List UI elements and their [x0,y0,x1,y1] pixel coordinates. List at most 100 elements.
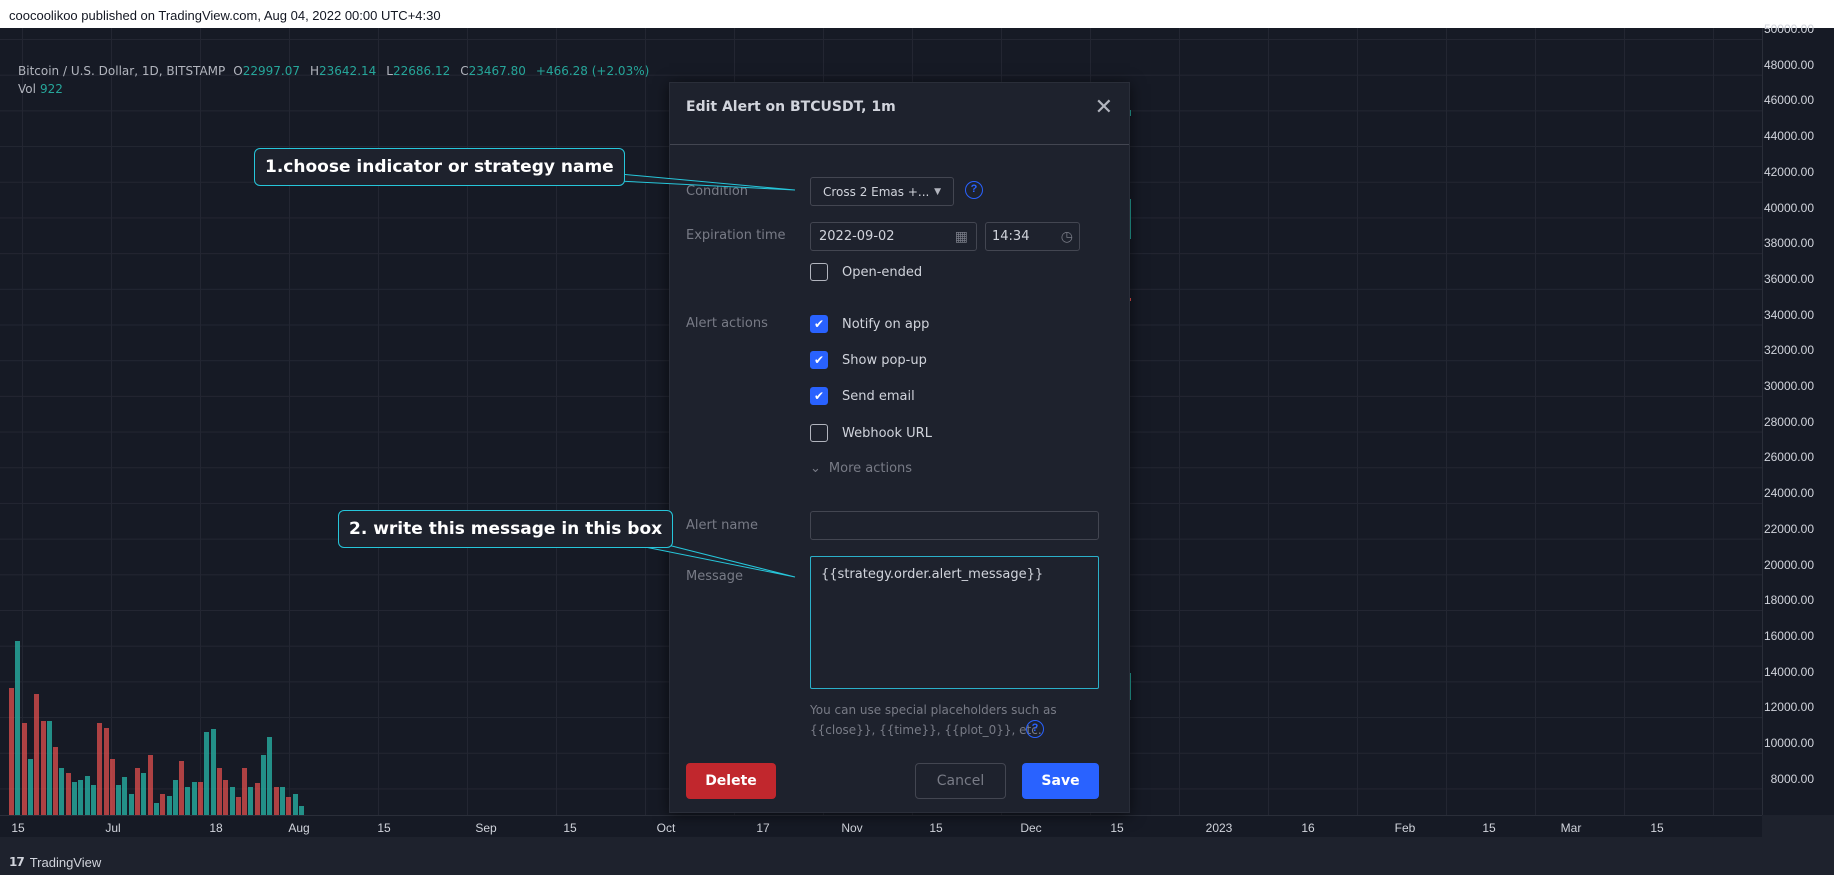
legend-low: 22686.12 [392,64,451,78]
price-tick-label: 48000.00 [1763,57,1814,72]
message-value: {{strategy.order.alert_message}} [821,567,1044,582]
published-text: coocoolikoo published on TradingView.com… [9,8,441,23]
legend-close: 23467.80 [468,64,526,78]
time-tick-label: 15 [11,821,25,835]
price-tick-label: 14000.00 [1763,664,1814,679]
time-tick-label: 18 [209,821,223,835]
dialog-title: Edit Alert on BTCUSDT, 1m [686,99,896,115]
action-label: Notify on app [842,316,930,332]
legend-volume-row: Vol 922 [18,80,655,98]
callout-2: 2. write this message in this box [338,510,674,548]
price-tick-label: 42000.00 [1763,164,1814,179]
price-tick-label: 36000.00 [1763,271,1814,286]
time-axis[interactable]: 15 Jul 18 Aug 15 Sep 15 Oct 17 Nov 15 Dec 15 2023 16 Fe… [0,815,1762,837]
expiration-label: Expiration time [686,228,786,243]
hint-line-1: You can use special placeholders such as [810,703,1057,717]
time-tick-label: 15 [1482,821,1496,835]
edit-alert-dialog: Edit Alert on BTCUSDT, 1m ✕ Condition Cr… [669,82,1130,813]
time-tick-label: Jul [105,821,121,835]
help-icon[interactable]: ? [965,181,983,199]
legend-o-label: O [233,64,243,78]
action-popup-row[interactable]: ✔ Show pop-up [810,351,927,369]
placeholder-help-icon[interactable]: ? [1026,720,1044,738]
notify-on-app-checkbox[interactable]: ✔ [810,315,828,333]
alert-name-label: Alert name [686,518,758,533]
caret-down-icon: ▼ [934,187,941,197]
alert-name-input[interactable] [810,511,1099,540]
price-tick-label: 44000.00 [1763,129,1814,144]
time-tick-label: 15 [929,821,943,835]
save-button[interactable]: Save [1022,763,1099,799]
action-label: Send email [842,388,915,404]
message-label: Message [686,569,743,584]
time-tick-label: 2023 [1205,821,1233,835]
legend-vol-label: Vol [18,82,36,96]
action-email-row[interactable]: ✔ Send email [810,387,915,405]
time-tick-label: Sep [475,821,497,835]
price-tick-label: 50000.00 [1763,22,1814,36]
legend-h-label: H [309,64,320,78]
action-webhook-row[interactable]: Webhook URL [810,424,932,442]
more-actions-label: More actions [828,461,913,476]
price-tick-label: 10000.00 [1763,736,1814,750]
time-tick-label: 15 [1650,821,1664,835]
price-axis[interactable]: 50000.00 48000.00 46000.00 44000.00 42000.00… [1762,22,1834,815]
footer-brand: TradingView [29,854,102,870]
time-tick-label: 16 [1301,821,1315,835]
time-tick-label: Aug [288,821,310,835]
calendar-icon[interactable]: ▦ [955,229,968,245]
price-tick-label: 18000.00 [1763,593,1814,608]
condition-select[interactable]: Cross 2 Emas +... ▼ [810,177,954,206]
callout-2-text: 2. write this message in this box [349,519,663,539]
price-tick-label: 24000.00 [1763,486,1814,501]
time-tick-label: 17 [756,821,770,835]
expiration-time-input[interactable]: 14:34 ◷ [985,222,1080,251]
expiration-time-value: 14:34 [992,229,1030,244]
legend-c-label: C [460,64,469,78]
action-notify-row[interactable]: ✔ Notify on app [810,315,929,333]
price-tick-label: 34000.00 [1763,307,1814,322]
dialog-header: Edit Alert on BTCUSDT, 1m ✕ [670,83,1129,145]
time-tick-label: 15 [377,821,391,835]
condition-label: Condition [686,184,749,199]
price-tick-label: 20000.00 [1763,557,1814,572]
published-banner: coocoolikoo published on TradingView.com… [0,0,1834,28]
time-tick-label: 15 [563,821,577,835]
more-actions-toggle[interactable]: ⌄ More actions [810,461,912,476]
callout-1: 1.choose indicator or strategy name [254,148,625,186]
time-tick-label: Nov [841,821,863,835]
price-tick-label: 16000.00 [1763,628,1814,643]
close-icon[interactable]: ✕ [1095,96,1113,128]
message-textarea[interactable]: {{strategy.order.alert_message}} [810,556,1099,689]
legend-symbol[interactable]: Bitcoin / U.S. Dollar, 1D, BITSTAMP [18,62,225,80]
expiration-date-input[interactable]: 2022-09-02 ▦ [810,222,977,251]
cancel-button[interactable]: Cancel [915,763,1006,799]
delete-button[interactable]: Delete [686,763,776,799]
tradingview-logo-icon: 𝟭𝟳 [9,855,25,869]
open-ended-row[interactable]: Open-ended [810,263,922,281]
chevron-down-icon: ⌄ [810,461,821,476]
price-tick-label: 30000.00 [1763,379,1814,393]
callout-1-text: 1.choose indicator or strategy name [265,157,614,177]
send-email-checkbox[interactable]: ✔ [810,387,828,405]
volume-histogram [9,623,319,841]
price-tick-label: 12000.00 [1763,700,1814,715]
price-tick-label: 38000.00 [1763,236,1814,251]
price-tick-label: 40000.00 [1763,200,1814,215]
webhook-url-checkbox[interactable] [810,424,828,442]
action-label: Webhook URL [842,425,932,441]
placeholder-hint: You can use special placeholders such as… [810,700,1090,740]
action-label: Show pop-up [842,352,927,368]
open-ended-checkbox[interactable] [810,263,828,281]
clock-icon[interactable]: ◷ [1061,229,1073,245]
price-tick-label: 28000.00 [1763,414,1814,429]
legend-change: +466.28 (+2.03%) [535,64,650,78]
time-tick-label: Oct [656,821,676,835]
hint-line-2-text: {{close}}, {{time}}, {{plot_0}}, etc. [810,723,1042,737]
price-tick-label: 22000.00 [1763,521,1814,536]
chart-legend: Bitcoin / U.S. Dollar, 1D, BITSTAMP O 229… [18,62,655,98]
time-tick-label: Mar [1560,821,1582,835]
show-popup-checkbox[interactable]: ✔ [810,351,828,369]
legend-open: 22997.07 [242,64,300,78]
price-tick-label: 46000.00 [1763,93,1814,108]
